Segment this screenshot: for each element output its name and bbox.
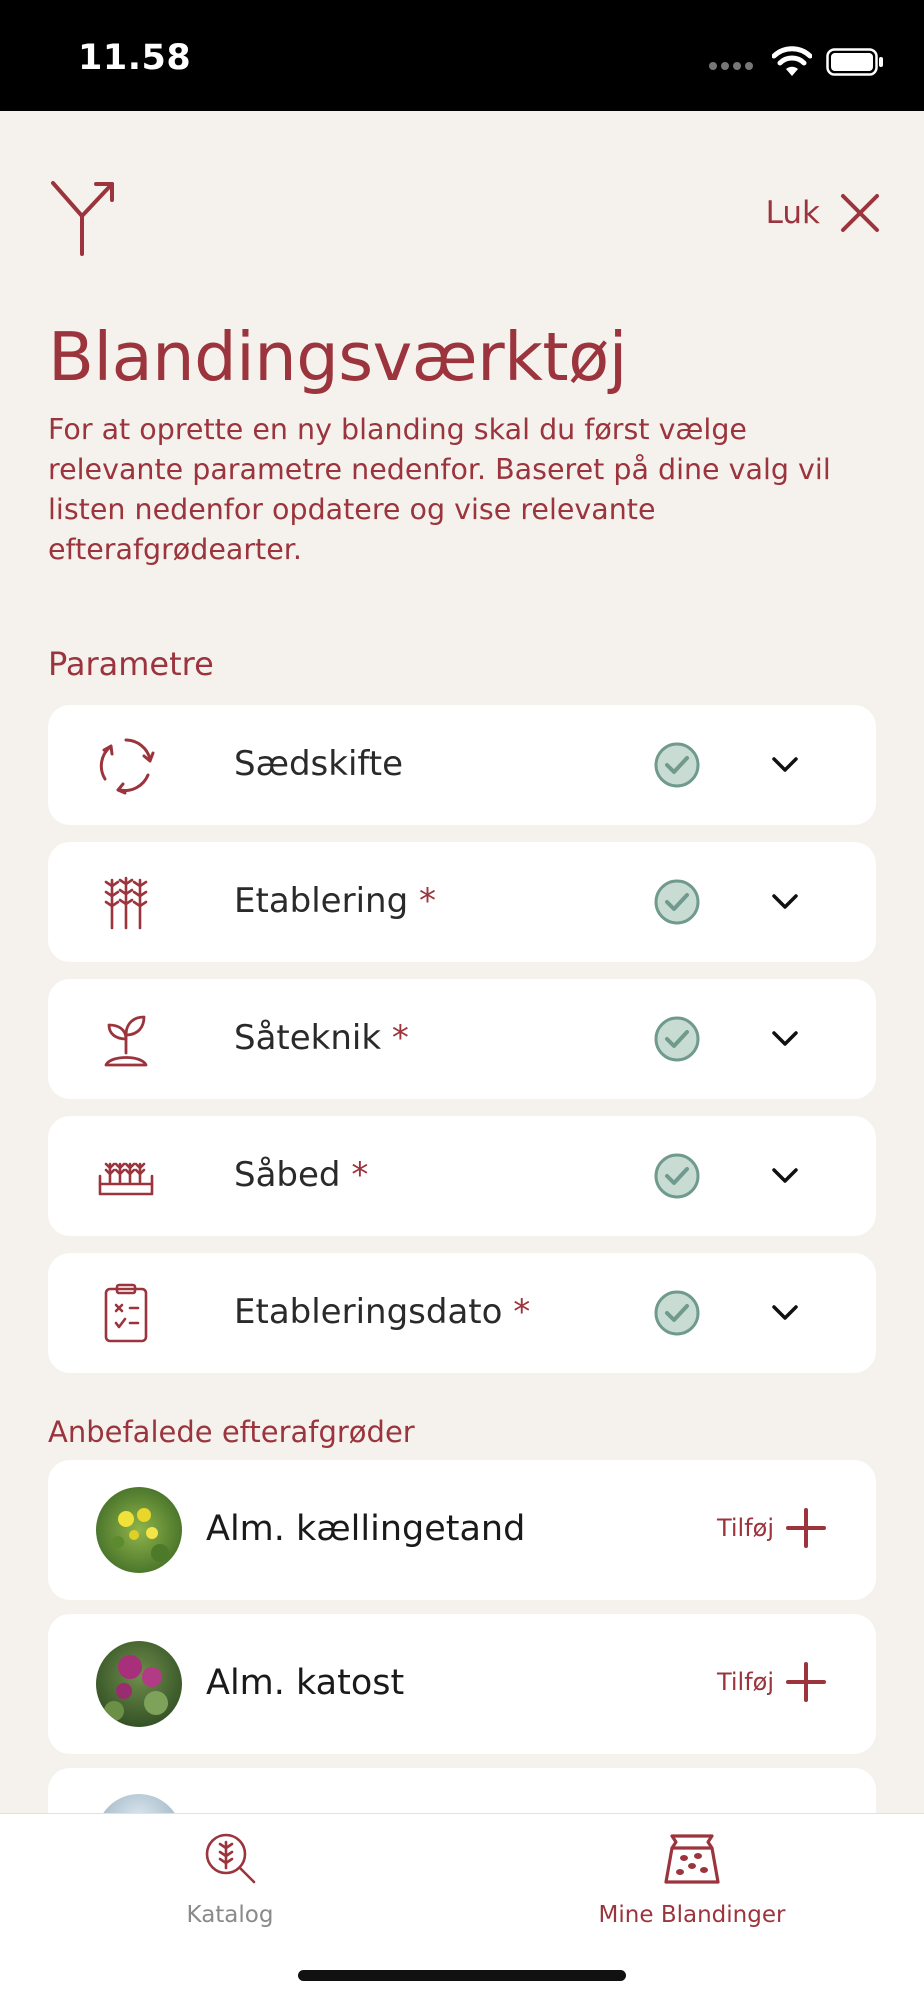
sprout-icon	[104, 1015, 148, 1067]
seed-bag-icon	[664, 1834, 720, 1884]
tab-label: Katalog	[186, 1902, 274, 1928]
wheat-icon	[104, 876, 148, 930]
check-circle-icon	[654, 742, 700, 788]
check-circle-icon	[654, 879, 700, 925]
param-row-etableringsdato[interactable]: Etableringsdato *	[48, 1253, 876, 1373]
close-icon	[841, 194, 879, 232]
recommended-heading: Anbefalede efterafgrøder	[48, 1415, 415, 1449]
params-heading: Parametre	[48, 645, 214, 683]
plus-icon	[786, 1662, 826, 1702]
add-button[interactable]: Tilføj	[717, 1660, 828, 1704]
add-button[interactable]: Tilføj	[717, 1506, 828, 1550]
wifi-icon	[772, 46, 812, 76]
mix-split-icon	[51, 181, 114, 256]
home-indicator	[298, 1970, 626, 1981]
param-label: Såbed *	[234, 1155, 369, 1195]
plus-icon	[786, 1508, 826, 1548]
param-row-saedskifte[interactable]: Sædskifte	[48, 705, 876, 825]
close-label: Luk	[765, 195, 820, 231]
crop-photo	[96, 1487, 182, 1573]
check-circle-icon	[654, 1290, 700, 1336]
crop-name: Alm. katost	[206, 1663, 405, 1703]
param-label: Etablering *	[234, 881, 436, 921]
page-title: Blandingsværktøj	[48, 318, 627, 396]
rotation-icon	[99, 738, 155, 795]
crop-item[interactable]: Alm. katost Tilføj	[48, 1614, 876, 1754]
seedbed-icon	[98, 1162, 154, 1196]
cellular-signal-icon	[709, 62, 753, 70]
crop-item[interactable]: Alm. kællingetand Tilføj	[48, 1460, 876, 1600]
add-label: Tilføj	[716, 1514, 774, 1542]
check-circle-icon	[654, 1016, 700, 1062]
clipboard-icon	[104, 1283, 148, 1343]
check-circle-icon	[654, 1153, 700, 1199]
add-label: Tilføj	[716, 1668, 774, 1696]
chevron-down-icon[interactable]	[770, 749, 800, 779]
catalog-search-icon	[205, 1833, 256, 1884]
param-row-saabed[interactable]: Såbed *	[48, 1116, 876, 1236]
tab-katalog[interactable]: Katalog	[80, 1828, 380, 1928]
param-row-saateknik[interactable]: Såteknik *	[48, 979, 876, 1099]
status-time: 11.58	[78, 38, 192, 78]
chevron-down-icon[interactable]	[770, 1160, 800, 1190]
chevron-down-icon[interactable]	[770, 1023, 800, 1053]
intro-text: For at oprette en ny blanding skal du fø…	[48, 413, 831, 566]
crop-name: Alm. kællingetand	[206, 1509, 526, 1549]
status-bar: 11.58	[0, 0, 924, 111]
tab-label: Mine Blandinger	[598, 1902, 786, 1928]
tab-mine-blandinger[interactable]: Mine Blandinger	[542, 1828, 842, 1928]
param-label: Sædskifte	[234, 744, 404, 784]
chevron-down-icon[interactable]	[770, 886, 800, 916]
param-row-etablering[interactable]: Etablering *	[48, 842, 876, 962]
close-button[interactable]: Luk	[766, 193, 880, 233]
chevron-down-icon[interactable]	[770, 1297, 800, 1327]
crop-photo	[96, 1641, 182, 1727]
battery-icon	[826, 48, 883, 76]
param-label: Såteknik *	[234, 1018, 409, 1058]
param-label: Etableringsdato *	[234, 1292, 531, 1332]
